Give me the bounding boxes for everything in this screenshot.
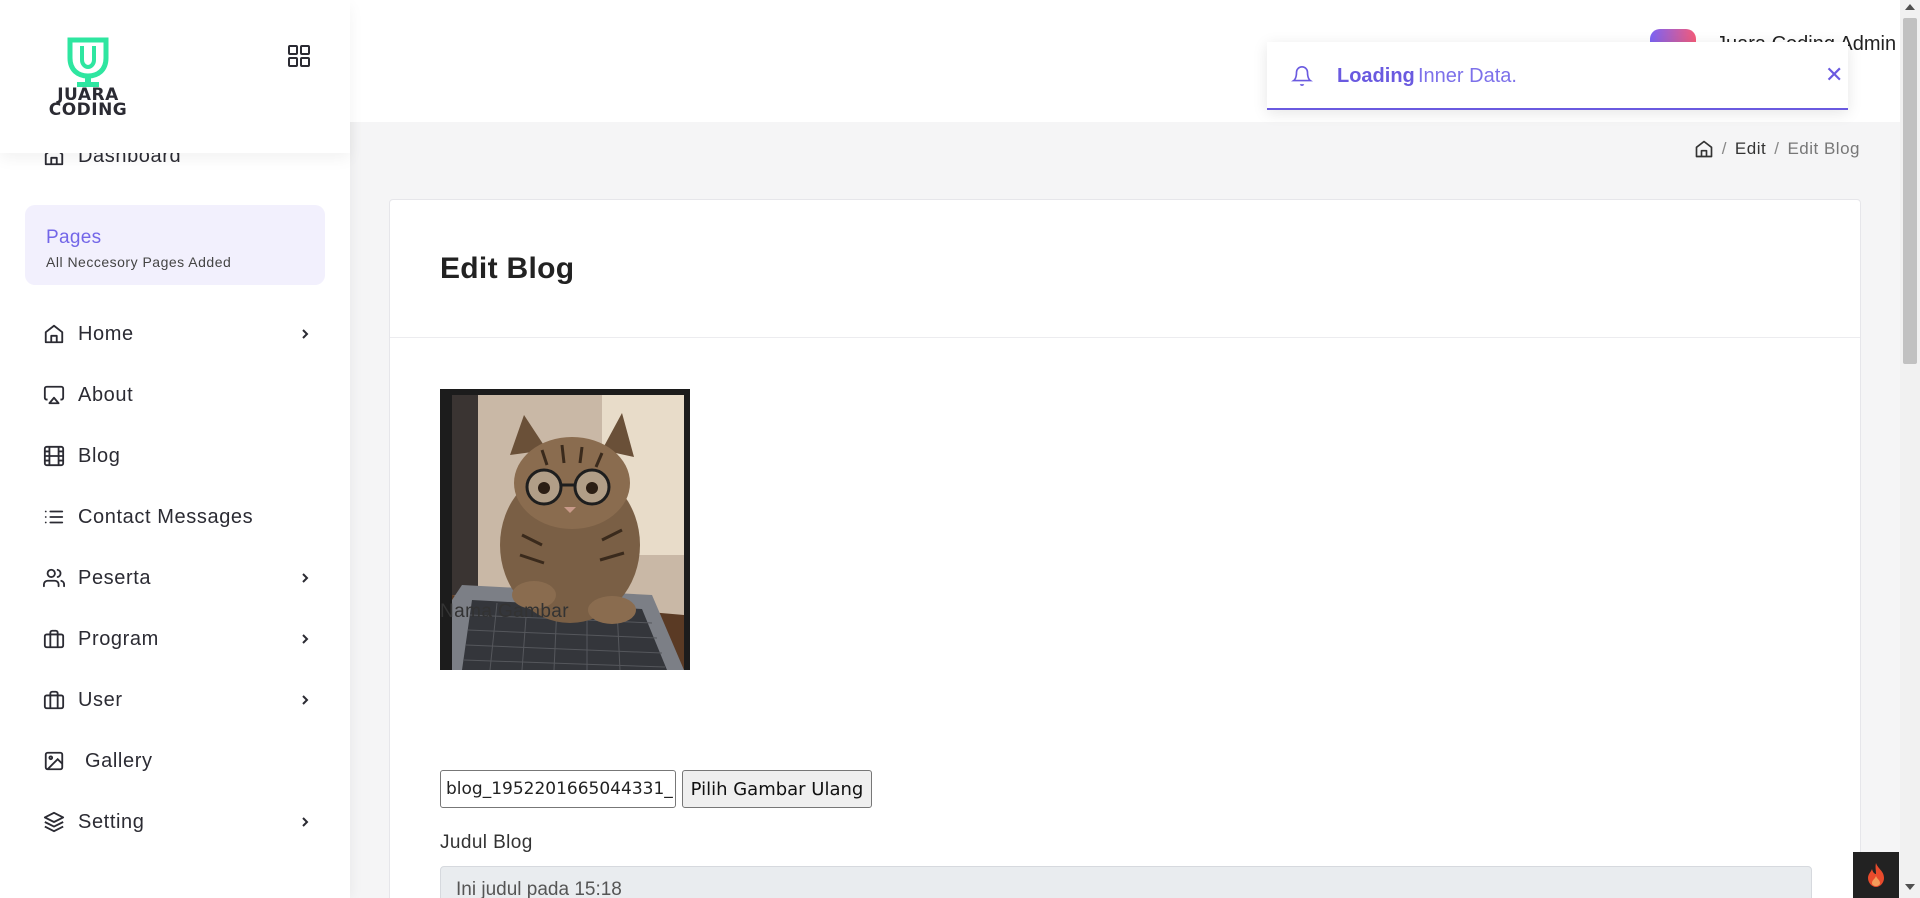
sidebar-item-program[interactable]: Program: [42, 624, 312, 654]
sidebar-header: JUARA CODING: [0, 0, 350, 153]
breadcrumb-edit[interactable]: Edit: [1735, 139, 1766, 159]
trophy-logo-icon: [67, 37, 109, 87]
notification-toast: Loading Inner Data. ✕: [1267, 42, 1848, 110]
image-file-field[interactable]: blog_1952201665044331_: [440, 770, 676, 808]
image-icon: [42, 749, 66, 773]
breadcrumb: / Edit / Edit Blog: [1694, 139, 1860, 159]
brand-logo[interactable]: JUARA CODING: [42, 34, 134, 120]
breadcrumb-current: Edit Blog: [1787, 139, 1860, 158]
blog-title-field[interactable]: Ini judul pada 15:18: [440, 866, 1812, 898]
home-icon: [42, 322, 66, 346]
chevron-right-icon: [302, 329, 309, 339]
page-scrollbar[interactable]: [1900, 0, 1920, 898]
sidebar-item-label: User: [78, 688, 123, 711]
chevron-right-icon: [302, 634, 309, 644]
film-icon: [42, 444, 66, 468]
sidebar-item-setting[interactable]: Setting: [42, 807, 312, 837]
sidebar-item-label: Program: [78, 627, 159, 650]
choose-image-button[interactable]: Pilih Gambar Ulang: [682, 770, 872, 808]
sidebar-item-label: Blog: [78, 444, 121, 467]
grid-menu-icon[interactable]: [287, 44, 311, 68]
image-name-label: Nama Gambar: [440, 601, 569, 622]
sidebar-item-contact-messages[interactable]: Contact Messages: [42, 502, 312, 532]
close-icon[interactable]: ✕: [1825, 64, 1843, 86]
flame-icon: [1868, 863, 1884, 887]
sidebar-item-label: Contact Messages: [78, 505, 254, 528]
scroll-down-arrow-icon[interactable]: [1905, 884, 1915, 890]
chevron-right-icon: [302, 817, 309, 827]
cat-photo: [452, 395, 684, 670]
airplay-icon: [42, 383, 66, 407]
pages-subtitle: All Neccesory Pages Added: [46, 254, 232, 270]
sidebar-item-gallery[interactable]: Gallery: [42, 746, 312, 776]
scroll-thumb[interactable]: [1903, 18, 1917, 364]
toast-message: Inner Data.: [1418, 65, 1517, 87]
sidebar-item-blog[interactable]: Blog: [42, 441, 312, 471]
pages-section: Pages All Neccesory Pages Added: [25, 205, 325, 285]
users-icon: [42, 566, 66, 590]
chevron-right-icon: [302, 573, 309, 583]
sidebar-item-label: About: [78, 383, 134, 406]
logo-text: JUARA CODING: [42, 87, 134, 120]
sidebar-item-user[interactable]: User: [42, 685, 312, 715]
sidebar-item-label: Peserta: [78, 566, 152, 589]
sidebar-item-peserta[interactable]: Peserta: [42, 563, 312, 593]
sidebar-item-about[interactable]: About: [42, 380, 312, 410]
sidebar-item-home[interactable]: Home: [42, 319, 312, 349]
layers-icon: [42, 810, 66, 834]
scroll-up-arrow-icon[interactable]: [1905, 4, 1915, 10]
logo-text-line2: CODING: [48, 100, 128, 120]
breadcrumb-separator: /: [1721, 139, 1727, 158]
sidebar-item-label: Gallery: [85, 749, 153, 772]
briefcase-icon: [42, 627, 66, 651]
blog-title-value: Ini judul pada 15:18: [456, 879, 622, 898]
chevron-right-icon: [302, 695, 309, 705]
blog-title-label: Judul Blog: [440, 832, 533, 853]
debug-toolbar-button[interactable]: [1853, 852, 1899, 898]
toast-title: Loading: [1337, 65, 1415, 87]
file-name-value: blog_1952201665044331_: [446, 779, 673, 799]
breadcrumb-separator: /: [1774, 139, 1780, 158]
sidebar: JUARA CODING Dashboard Pages All Necceso…: [0, 0, 350, 898]
pages-title: Pages: [46, 227, 102, 248]
bell-icon: [1291, 66, 1313, 86]
divider: [390, 337, 1860, 338]
list-icon: [42, 505, 66, 529]
page-title: Edit Blog: [440, 252, 575, 285]
sidebar-item-label: Home: [78, 322, 134, 345]
edit-blog-card: Edit Blog Nama Gambar blog_1952201665044…: [389, 199, 1861, 898]
sidebar-item-label: Setting: [78, 810, 145, 833]
home-icon[interactable]: [1694, 139, 1714, 159]
image-preview: [440, 389, 690, 670]
briefcase-icon: [42, 688, 66, 712]
